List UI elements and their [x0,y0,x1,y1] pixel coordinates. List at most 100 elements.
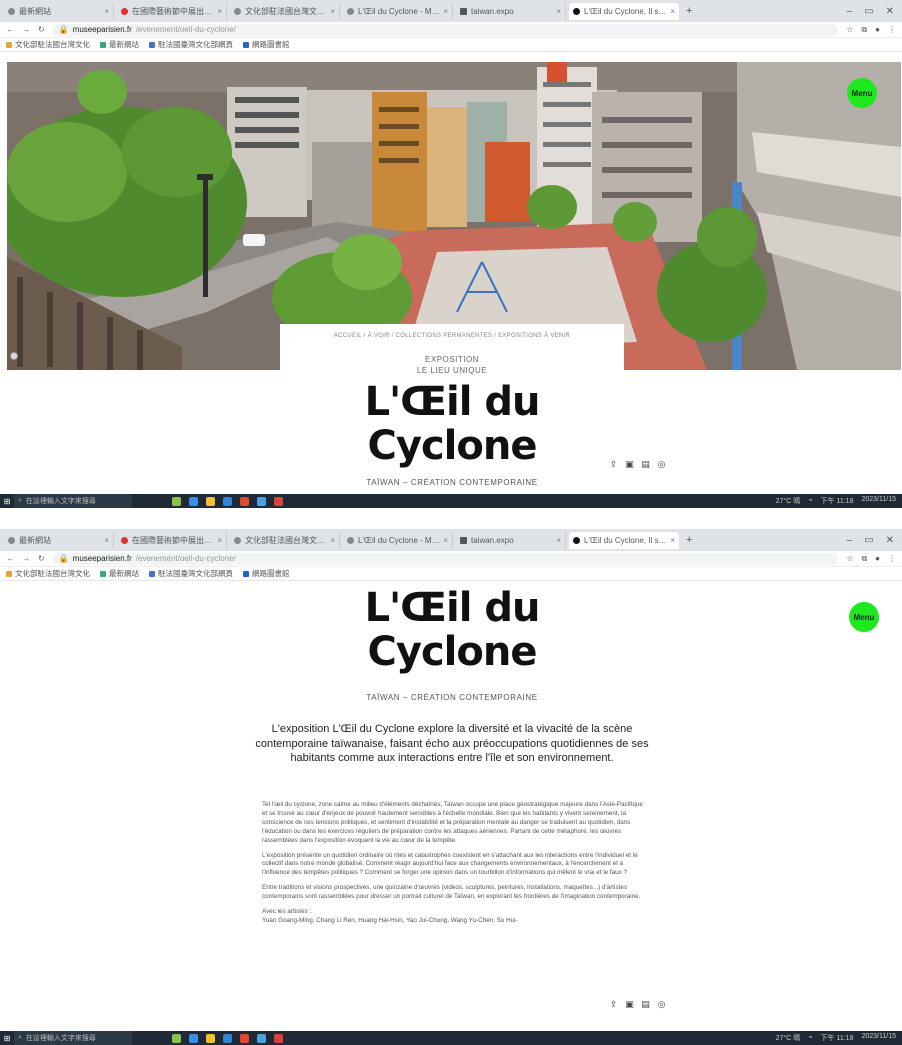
app-icon[interactable] [172,496,181,506]
bookmark-icon [243,41,249,48]
facebook-icon[interactable]: ▣ [624,999,635,1010]
bookmark-item[interactable]: 網路圖書館 [243,39,290,50]
extensions-icon[interactable]: ⧉ [861,554,867,564]
close-icon[interactable]: × [330,536,335,545]
menu-button[interactable]: Menu [849,602,879,632]
chrome-icon[interactable] [240,496,249,506]
star-icon[interactable]: ☆ [846,554,853,564]
facebook-icon[interactable]: ▣ [624,459,635,470]
back-icon[interactable]: ← [6,554,14,563]
twitter-icon[interactable]: ▤ [640,999,651,1010]
browser-toolbar: ☆ ⧉ ● ⋮ [846,25,896,35]
close-icon[interactable]: × [104,7,109,16]
network-icon[interactable]: ⌁ [808,496,812,506]
profile-icon[interactable]: ● [875,554,880,564]
taskbar-search[interactable]: ⌕ 在這裡輸入文字來搜尋 [14,1031,132,1045]
new-tab-icon[interactable]: + [686,5,692,17]
close-icon[interactable]: × [330,7,335,16]
breadcrumb[interactable]: ACCUEIL / À VOIR / COLLECTIONS PERMANENT… [280,333,624,339]
minimize-icon[interactable]: – [847,535,853,546]
back-icon[interactable]: ← [6,25,14,34]
bookmark-item[interactable]: 最新網站 [100,568,139,579]
close-icon[interactable]: × [556,536,561,545]
forward-icon[interactable]: → [22,25,30,34]
app-icon[interactable] [189,1033,198,1043]
mail-icon[interactable] [223,1033,232,1043]
favicon-icon [8,536,15,544]
bookmark-item[interactable]: 文化部駐法國台灣文化 [6,39,90,50]
more-icon[interactable]: ⋮ [888,25,896,35]
screenshot-bottom: 最新網站 × 在國際藝術節中展出的... × 文化部駐法國台灣文化... × L'Œi… [0,529,902,1045]
browser-tab[interactable]: 在國際藝術節中展出的... × [117,2,227,20]
folder-icon[interactable] [206,496,215,506]
linkedin-icon[interactable]: ◎ [656,459,667,470]
edge-icon[interactable] [257,1033,266,1043]
close-window-icon[interactable]: ✕ [886,535,894,546]
extensions-icon[interactable]: ⧉ [861,25,867,35]
close-icon[interactable]: × [670,536,675,545]
lock-icon: 🔒 [58,554,69,563]
bookmark-item[interactable]: 最新網站 [100,39,139,50]
close-icon[interactable]: × [217,7,222,16]
close-icon[interactable]: × [104,536,109,545]
menu-button[interactable]: Menu [847,78,877,108]
bookmark-item[interactable]: 駐法國臺灣文化部網頁 [149,39,233,50]
more-icon[interactable]: ⋮ [888,554,896,564]
star-icon[interactable]: ☆ [846,25,853,35]
separator [0,508,902,529]
address-bar-row: ← → ↻ 🔒 museeparisien.fr/evenement/oeil-d… [0,22,902,38]
app-icon[interactable] [274,1033,283,1043]
reload-icon[interactable]: ↻ [38,25,45,34]
page-subtitle: TAÏWAN – CRÉATION CONTEMPORAINE [366,693,538,702]
chrome-icon[interactable] [240,1033,249,1043]
browser-tab[interactable]: 最新網站 × [4,531,114,549]
browser-tab[interactable]: 在國際藝術節中展出的... × [117,531,227,549]
close-window-icon[interactable]: ✕ [886,6,894,17]
windows-start-icon[interactable]: ⊞ [0,494,14,508]
maximize-icon[interactable]: ▭ [864,6,873,17]
close-icon[interactable]: × [443,536,448,545]
app-icon[interactable] [172,1033,181,1043]
close-icon[interactable]: × [443,7,448,16]
bookmark-icon [149,570,155,577]
taskbar-apps [172,1033,283,1043]
close-icon[interactable]: × [217,536,222,545]
bookmark-item[interactable]: 駐法國臺灣文化部網頁 [149,568,233,579]
browser-tab[interactable]: taiwan.expo × [456,2,566,20]
profile-icon[interactable]: ● [875,25,880,35]
bookmark-item[interactable]: 文化部駐法國台灣文化 [6,568,90,579]
browser-tab[interactable]: taiwan.expo × [456,531,566,549]
browser-tab[interactable]: L'Œil du Cyclone - Musée...× [343,2,453,20]
favicon-icon [121,7,128,15]
browser-tab-active[interactable]: L'Œil du Cyclone, Il se cyclone...× [569,2,679,20]
browser-tab-active[interactable]: L'Œil du Cyclone, Il se cyclone...× [569,531,679,549]
new-tab-icon[interactable]: + [686,534,692,546]
reload-icon[interactable]: ↻ [38,554,45,563]
url-field[interactable]: 🔒 museeparisien.fr/evenement/oeil-du-cycl… [52,23,839,36]
browser-tab[interactable]: 文化部駐法國台灣文化... × [230,2,340,20]
share-icon[interactable]: ⇪ [608,459,619,470]
app-icon[interactable] [274,496,283,506]
url-field[interactable]: 🔒 museeparisien.fr/evenement/oeil-du-cycl… [52,552,839,565]
linkedin-icon[interactable]: ◎ [656,999,667,1010]
close-icon[interactable]: × [556,7,561,16]
mail-icon[interactable] [223,496,232,506]
body-paragraph: Entre traditions et visions prospectives… [262,884,641,901]
browser-tab[interactable]: 最新網站 × [4,2,114,20]
edge-icon[interactable] [257,496,266,506]
folder-icon[interactable] [206,1033,215,1043]
maximize-icon[interactable]: ▭ [864,535,873,546]
app-icon[interactable] [189,496,198,506]
browser-tab[interactable]: 文化部駐法國台灣文化... × [230,531,340,549]
share-icon[interactable]: ⇪ [608,999,619,1010]
minimize-icon[interactable]: – [847,6,853,17]
network-icon[interactable]: ⌁ [808,1033,812,1043]
forward-icon[interactable]: → [22,554,30,563]
windows-start-icon[interactable]: ⊞ [0,1031,14,1045]
taskbar-search[interactable]: ⌕ 在這裡輸入文字來搜尋 [14,494,132,508]
twitter-icon[interactable]: ▤ [640,459,651,470]
close-icon[interactable]: × [670,7,675,16]
browser-tab[interactable]: L'Œil du Cyclone - Musée...× [343,531,453,549]
info-icon[interactable] [10,352,18,360]
bookmark-item[interactable]: 網路圖書館 [243,568,290,579]
